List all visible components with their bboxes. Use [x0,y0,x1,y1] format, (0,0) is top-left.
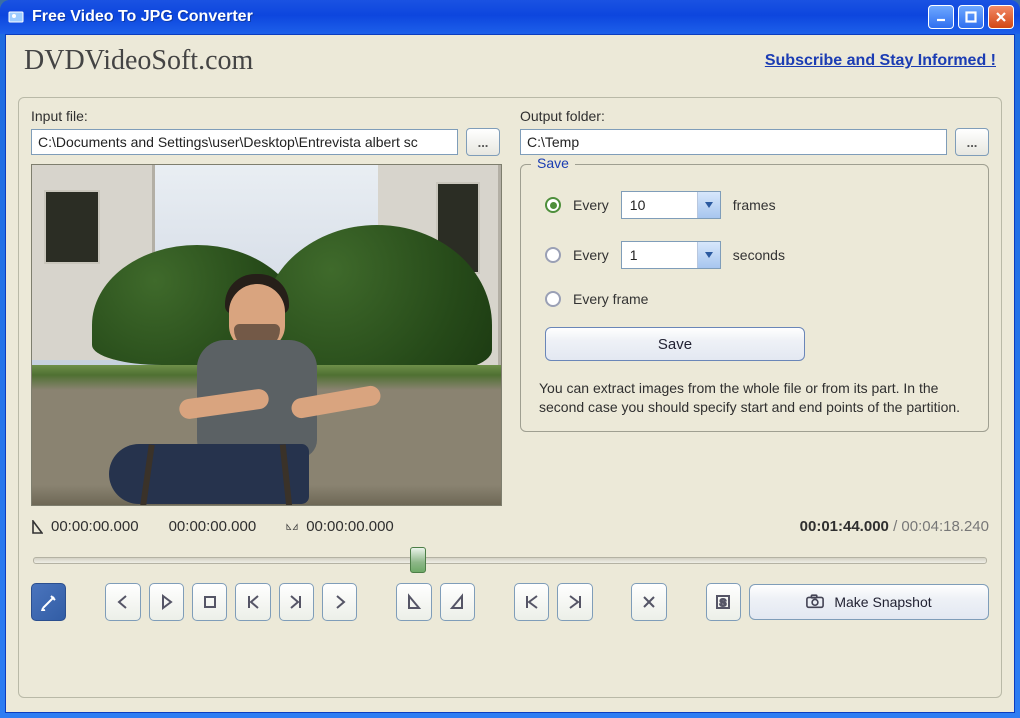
step-back-button[interactable] [235,583,270,621]
make-snapshot-button[interactable]: Make Snapshot [749,584,989,620]
clear-button[interactable] [631,583,666,621]
snapshot-mode-button[interactable]: S [706,583,741,621]
step-forward-button[interactable] [279,583,314,621]
transport-toolbar: S Make Snapshot [31,583,989,621]
titlebar: Free Video To JPG Converter [0,0,1020,34]
frames-unit-label: frames [733,197,776,213]
seconds-count-combo[interactable]: 1 [621,241,721,269]
output-browse-button[interactable]: ... [955,128,989,156]
seek-slider[interactable] [33,549,987,569]
save-button[interactable]: Save [545,327,805,361]
current-position: 00:01:44.000 [800,518,889,535]
save-groupbox: Save Every 10 frames Eve [520,164,989,432]
main-panel: Input file: ... [18,97,1002,698]
chevron-down-icon [697,192,720,218]
radio-every-frames-label: Every [573,197,609,213]
window-controls [928,5,1014,29]
seconds-unit-label: seconds [733,247,785,263]
mark-start-button[interactable] [396,583,431,621]
mark-end-button[interactable] [440,583,475,621]
window-title: Free Video To JPG Converter [32,8,928,26]
frames-count-combo[interactable]: 10 [621,191,721,219]
video-preview [31,164,502,506]
radio-every-frame[interactable] [545,291,561,307]
help-text: You can extract images from the whole fi… [537,379,969,417]
radio-every-frames[interactable] [545,197,561,213]
make-snapshot-label: Make Snapshot [834,594,931,610]
jump-end-button[interactable] [557,583,592,621]
app-icon [6,7,26,27]
next-button[interactable] [322,583,357,621]
input-browse-button[interactable]: ... [466,128,500,156]
total-duration: 00:04:18.240 [901,518,989,535]
play-button[interactable] [149,583,184,621]
start-time: 00:00:00.000 [51,518,139,535]
end-time: 00:00:00.000 [306,518,394,535]
subscribe-link[interactable]: Subscribe and Stay Informed ! [765,52,996,70]
camera-icon [806,593,824,612]
radio-every-seconds-label: Every [573,247,609,263]
seek-thumb[interactable] [410,547,426,573]
close-button[interactable] [988,5,1014,29]
jump-start-button[interactable] [514,583,549,621]
maximize-button[interactable] [958,5,984,29]
time-row: 00:00:00.000 00:00:00.000 00:00:00.000 [31,518,989,535]
settings-button[interactable] [31,583,66,621]
chevron-down-icon [697,242,720,268]
svg-text:S: S [720,598,727,609]
stop-button[interactable] [192,583,227,621]
output-folder-field[interactable] [520,129,947,155]
input-file-label: Input file: [31,108,500,124]
prev-button[interactable] [105,583,140,621]
save-legend: Save [531,155,575,171]
range-marker-icon [286,520,298,534]
mid-time: 00:00:00.000 [169,518,257,535]
start-marker-icon [31,520,43,534]
brand-label: DVDVideoSoft.com [24,45,253,77]
radio-every-seconds[interactable] [545,247,561,263]
minimize-button[interactable] [928,5,954,29]
output-folder-label: Output folder: [520,108,989,124]
input-file-field[interactable] [31,129,458,155]
radio-every-frame-label: Every frame [573,291,648,307]
